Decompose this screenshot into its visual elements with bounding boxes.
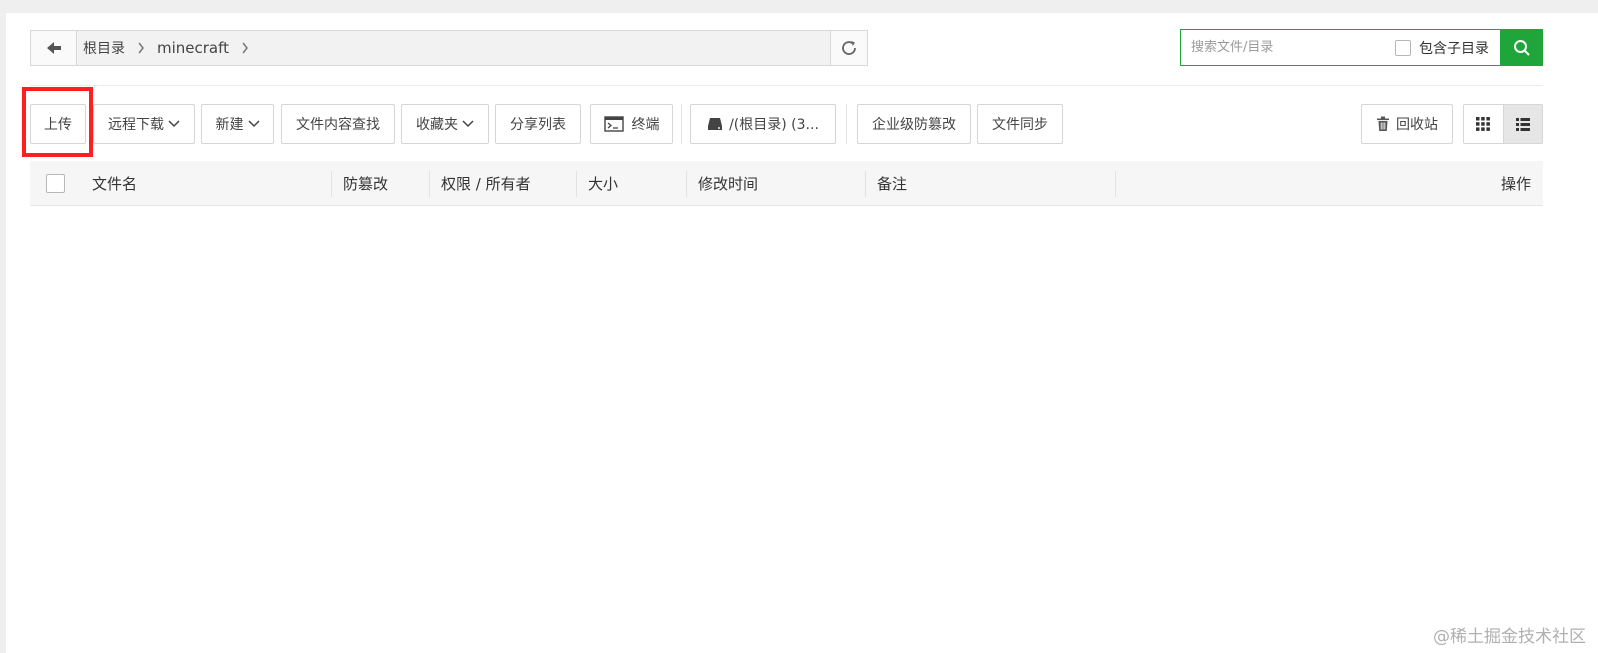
favorites-label: 收藏夹 — [416, 117, 458, 133]
view-mode-switch — [1463, 104, 1543, 144]
col-remark[interactable]: 备注 — [877, 161, 907, 205]
remote-download-label: 远程下载 — [108, 117, 164, 133]
share-list-label: 分享列表 — [510, 117, 566, 133]
column-separator — [429, 171, 430, 197]
list-view-button[interactable] — [1502, 105, 1542, 143]
breadcrumb-minecraft[interactable]: minecraft — [157, 39, 229, 57]
include-subdir-label: 包含子目录 — [1419, 40, 1489, 57]
file-sync-label: 文件同步 — [992, 117, 1048, 133]
select-all-cell — [46, 161, 65, 205]
grid-icon — [1476, 117, 1491, 131]
grid-view-button[interactable] — [1464, 105, 1503, 143]
search-box: 包含子目录 — [1180, 29, 1543, 66]
search-input[interactable] — [1181, 30, 1381, 65]
remote-download-button[interactable]: 远程下载 — [93, 104, 195, 144]
hard-drive-icon — [707, 117, 723, 131]
back-button[interactable] — [31, 31, 77, 65]
chevron-down-icon — [168, 120, 180, 128]
tamper-proof-label: 企业级防篡改 — [872, 117, 956, 133]
column-separator — [331, 171, 332, 197]
chevron-down-icon — [247, 120, 260, 128]
include-subdir-checkbox[interactable] — [1395, 39, 1411, 56]
content-search-label: 文件内容查找 — [296, 117, 380, 133]
list-icon — [1515, 117, 1530, 131]
col-file-name[interactable]: 文件名 — [92, 161, 137, 205]
column-separator — [576, 171, 577, 197]
favorites-button[interactable]: 收藏夹 — [401, 104, 489, 144]
terminal-icon — [603, 116, 624, 132]
col-tamper-proof[interactable]: 防篡改 — [343, 161, 388, 205]
terminal-button[interactable]: 终端 — [590, 104, 673, 144]
col-permission-owner[interactable]: 权限 / 所有者 — [441, 161, 531, 205]
disk-label: /(根目录) (3... — [729, 117, 819, 133]
disk-button[interactable]: /(根目录) (3... — [690, 104, 836, 144]
new-button[interactable]: 新建 — [201, 104, 274, 144]
recycle-bin-button[interactable]: 回收站 — [1361, 104, 1453, 144]
col-modified-time[interactable]: 修改时间 — [698, 161, 758, 205]
column-separator — [686, 171, 687, 197]
terminal-label: 终端 — [631, 117, 660, 133]
breadcrumb: 根目录 minecraft — [83, 31, 261, 65]
refresh-icon — [842, 41, 856, 55]
watermark: @稀土掘金技术社区 — [1433, 627, 1586, 647]
column-separator — [865, 171, 866, 197]
breadcrumb-root[interactable]: 根目录 — [83, 38, 125, 58]
share-list-button[interactable]: 分享列表 — [495, 104, 581, 144]
content-search-button[interactable]: 文件内容查找 — [281, 104, 395, 144]
column-separator — [1115, 171, 1116, 197]
search-icon — [1513, 39, 1530, 56]
select-all-checkbox[interactable] — [46, 173, 65, 193]
chevron-right-icon — [137, 42, 145, 54]
header-divider — [30, 85, 1543, 86]
col-size[interactable]: 大小 — [588, 161, 618, 205]
trash-icon — [1376, 116, 1390, 132]
refresh-button[interactable] — [830, 31, 867, 65]
arrow-left-icon — [46, 42, 61, 54]
recycle-bin-label: 回收站 — [1396, 117, 1438, 133]
toolbar-separator — [846, 104, 847, 144]
upload-highlight-box — [22, 87, 93, 157]
search-button[interactable] — [1500, 29, 1543, 66]
chevron-down-icon — [462, 120, 474, 128]
file-sync-button[interactable]: 文件同步 — [977, 104, 1063, 144]
toolbar-separator — [681, 104, 682, 144]
tamper-proof-button[interactable]: 企业级防篡改 — [857, 104, 971, 144]
include-subdir-option[interactable]: 包含子目录 — [1395, 30, 1489, 65]
chevron-right-icon — [241, 42, 249, 54]
col-actions: 操作 — [1500, 174, 1531, 193]
file-table-header: 文件名 防篡改 权限 / 所有者 大小 修改时间 备注 操作 — [30, 161, 1543, 206]
path-bar: 根目录 minecraft — [30, 30, 868, 66]
new-label: 新建 — [215, 117, 244, 133]
